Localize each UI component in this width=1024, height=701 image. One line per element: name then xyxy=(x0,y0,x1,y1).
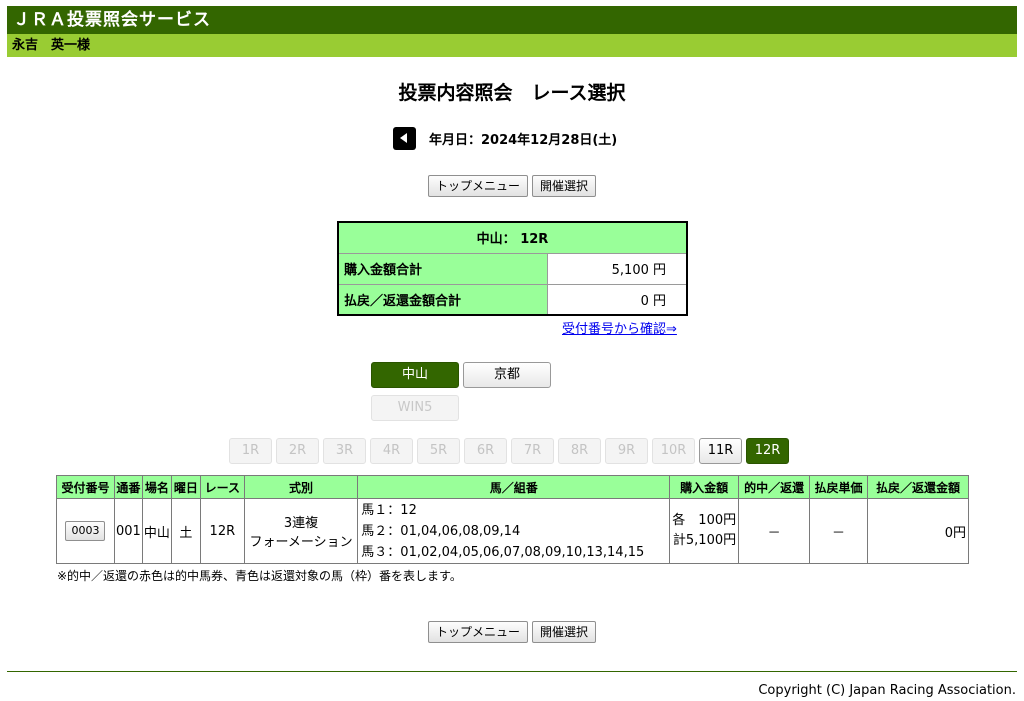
bet-type-name: 3連複 xyxy=(283,516,319,531)
venue-cell: 中山 xyxy=(141,498,172,564)
unit-payout-cell: － xyxy=(809,498,868,564)
service-header: ＪＲＡ投票照会サービス xyxy=(7,6,1017,34)
race-cell: 12R xyxy=(199,498,245,564)
combination-line: 馬１：12 xyxy=(361,502,417,518)
bet-detail-table: 受付番号 通番 場名 曜日 レース 式別 馬／組番 購入金額 的中／返還 払戻単… xyxy=(56,475,969,564)
top-menu-button[interactable]: トップメニュー xyxy=(427,175,528,197)
hit-cell: － xyxy=(738,498,811,564)
receipt-number-button[interactable]: 0003 xyxy=(65,521,106,541)
receipt-cell: 0003 xyxy=(56,498,115,564)
race-tab-1r[interactable]: 1R xyxy=(229,438,272,464)
table-row: 0003 001 中山 土 12R 3連複 フォーメーション 馬１：12 馬２：… xyxy=(56,498,969,564)
column-header: 曜日 xyxy=(170,475,201,499)
summary-table: 中山： 12R 購入金額合計 5,100 円 払戻／返還金額合計 0 円 xyxy=(337,221,688,316)
copyright: Copyright (C) Japan Racing Association. xyxy=(758,683,1016,698)
venue-tabs: 中山 京都 xyxy=(371,362,551,388)
table-header-row: 受付番号 通番 場名 曜日 レース 式別 馬／組番 購入金額 的中／返還 払戻単… xyxy=(56,475,969,499)
column-header: 場名 xyxy=(141,475,172,499)
combination-cell: 馬１：12 馬２：01,04,06,08,09,14 馬３：01,02,04,0… xyxy=(357,498,671,564)
venue-tab-nakayama[interactable]: 中山 xyxy=(371,362,459,388)
previous-date-button[interactable] xyxy=(393,126,416,150)
race-tab-9r[interactable]: 9R xyxy=(605,438,648,464)
footer-divider xyxy=(7,671,1017,672)
page-title: 投票内容照会 レース選択 xyxy=(398,82,626,104)
date-row: 年月日：2024年12月28日(土) xyxy=(393,126,617,150)
race-tab-2r[interactable]: 2R xyxy=(276,438,319,464)
race-tab-12r[interactable]: 12R xyxy=(746,438,789,464)
race-tab-7r[interactable]: 7R xyxy=(511,438,554,464)
amount-cell: 各 100円 計5,100円 xyxy=(669,498,740,564)
race-tab-10r[interactable]: 10R xyxy=(652,438,695,464)
venue-tab-kyoto[interactable]: 京都 xyxy=(463,362,551,388)
legend-note: ※的中／返還の赤色は的中馬券、青色は返還対象の馬（枠）番を表します。 xyxy=(57,569,462,583)
user-name-bar: 永吉 英一様 xyxy=(7,34,1017,57)
race-tab-3r[interactable]: 3R xyxy=(323,438,366,464)
column-header: 受付番号 xyxy=(56,475,115,499)
column-header: レース xyxy=(199,475,245,499)
column-header: 払戻／返還金額 xyxy=(867,475,969,499)
top-menu-button[interactable]: トップメニュー xyxy=(427,621,528,643)
summary-header: 中山： 12R xyxy=(337,221,688,254)
summary-refund-row: 払戻／返還金額合計 0 円 xyxy=(337,283,688,316)
payout-cell: 0円 xyxy=(867,498,969,564)
weekday-cell: 土 xyxy=(170,498,201,564)
column-header: 払戻単価 xyxy=(809,475,868,499)
summary-header-row: 中山： 12R xyxy=(337,221,688,254)
race-tab-4r[interactable]: 4R xyxy=(370,438,413,464)
venue-select-button[interactable]: 開催選択 xyxy=(532,175,597,197)
column-header: 通番 xyxy=(113,475,143,499)
race-tab-6r[interactable]: 6R xyxy=(464,438,507,464)
serial-cell: 001 xyxy=(113,498,143,564)
win5-button[interactable]: WIN5 xyxy=(371,395,459,421)
combination-line: 馬３：01,02,04,05,06,07,08,09,10,13,14,15 xyxy=(361,544,645,560)
date-label: 年月日：2024年12月28日(土) xyxy=(429,132,618,148)
summary-purchase-row: 購入金額合計 5,100 円 xyxy=(337,252,688,285)
column-header: 的中／返還 xyxy=(738,475,811,499)
column-header: 購入金額 xyxy=(669,475,740,499)
race-tab-8r[interactable]: 8R xyxy=(558,438,601,464)
combination-line: 馬２：01,04,06,08,09,14 xyxy=(361,523,521,539)
bet-type-cell: 3連複 フォーメーション xyxy=(243,498,359,564)
confirm-by-receipt-link[interactable]: 受付番号から確認⇒ xyxy=(562,318,677,337)
triangle-left-icon xyxy=(400,133,407,143)
bet-type-method: フォーメーション xyxy=(249,535,353,550)
race-tab-5r[interactable]: 5R xyxy=(417,438,460,464)
refund-total-label: 払戻／返還金額合計 xyxy=(337,283,548,316)
purchase-total-value: 5,100 円 xyxy=(546,252,688,285)
venue-select-button[interactable]: 開催選択 xyxy=(532,621,597,643)
purchase-total-label: 購入金額合計 xyxy=(337,252,548,285)
amount-total: 計5,100円 xyxy=(672,533,737,548)
column-header: 馬／組番 xyxy=(357,475,671,499)
nav-buttons-top: トップメニュー 開催選択 xyxy=(0,175,1024,197)
amount-each: 各 100円 xyxy=(672,513,737,528)
column-header: 式別 xyxy=(243,475,359,499)
refund-total-value: 0 円 xyxy=(546,283,688,316)
race-tab-11r[interactable]: 11R xyxy=(699,438,742,464)
race-tabs: 1R 2R 3R 4R 5R 6R 7R 8R 9R 10R 11R 12R xyxy=(229,438,789,464)
nav-buttons-bottom: トップメニュー 開催選択 xyxy=(0,621,1024,643)
